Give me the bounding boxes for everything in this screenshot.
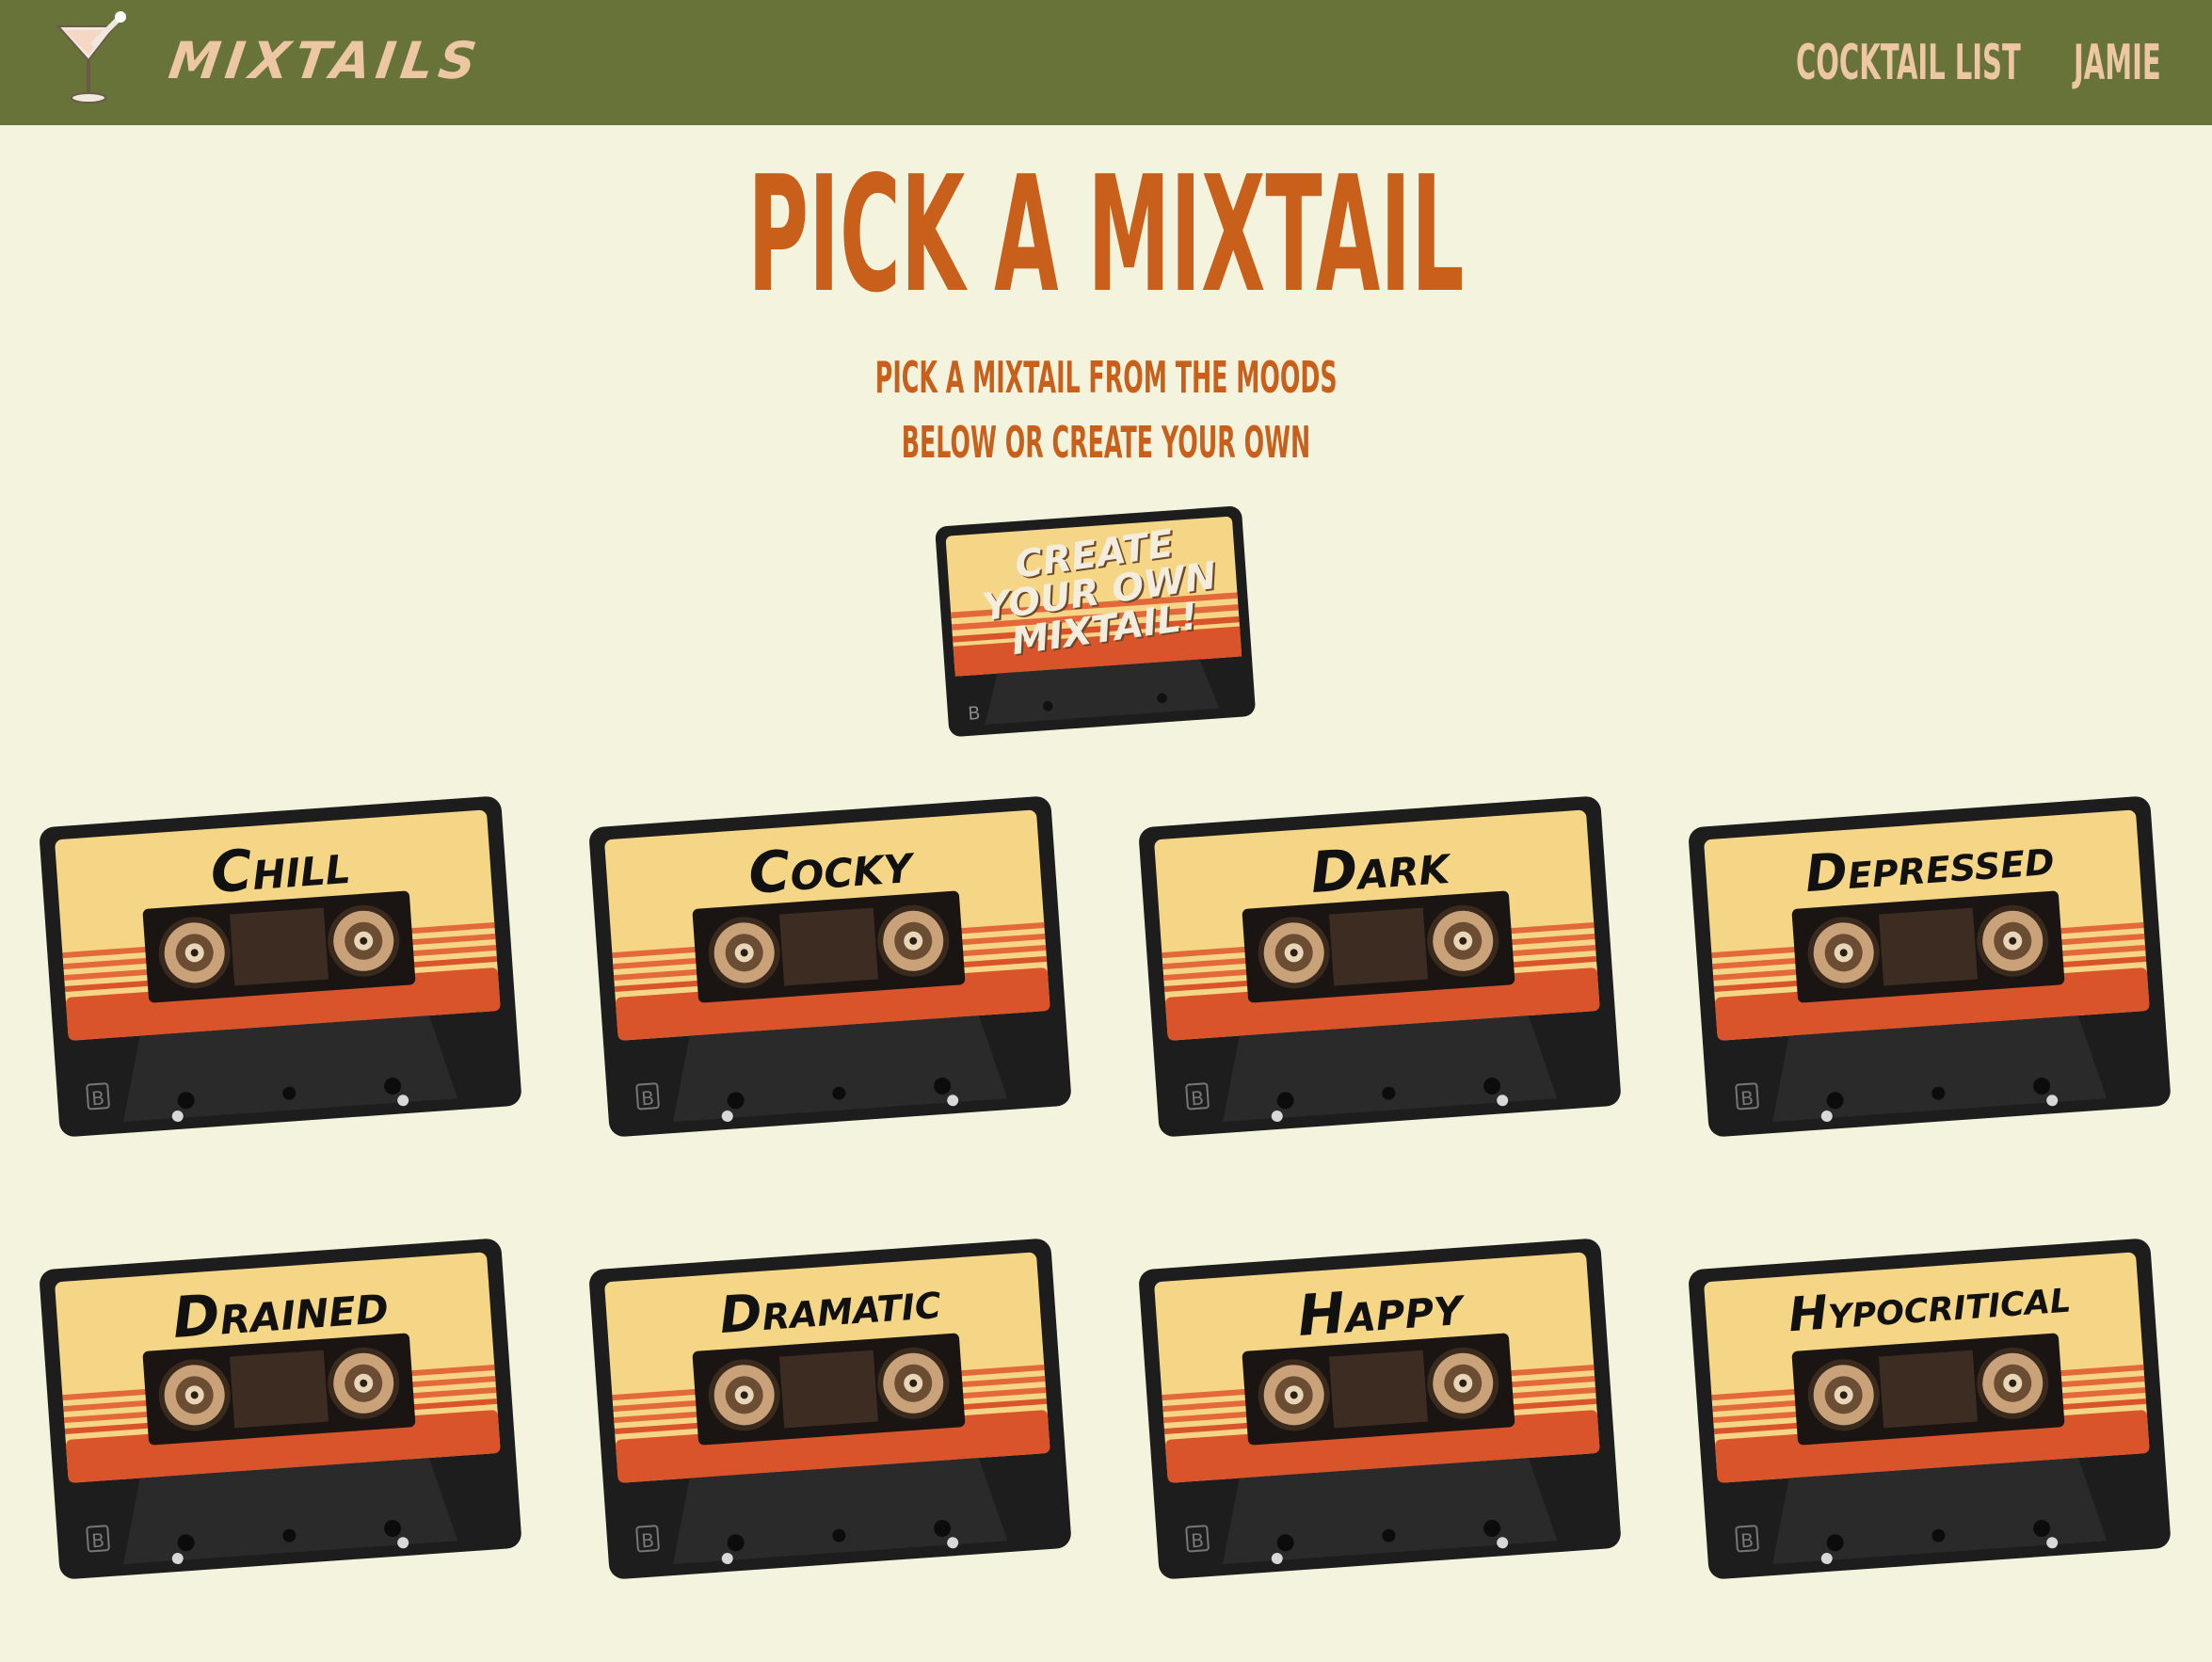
svg-text:B: B — [1190, 1086, 1204, 1110]
mood-tape-hypocritical[interactable]: B Hypocritical — [1689, 1239, 2171, 1579]
svg-text:B: B — [90, 1086, 104, 1110]
page-subtitle-line-2: BELOW OR CREATE YOUR OWN — [901, 417, 1311, 468]
page-title: PICK A MIXTAIL — [747, 142, 1465, 328]
mood-tape-drained[interactable]: B Drained — [40, 1239, 521, 1579]
nav-link-cocktail-list[interactable]: COCKTAIL LIST — [1796, 30, 2021, 96]
svg-text:B: B — [1190, 1528, 1204, 1552]
mood-tape-dramatic[interactable]: B Dramatic — [589, 1239, 1071, 1579]
navbar: MIXTAILS COCKTAIL LIST JAMIE — [0, 0, 2212, 125]
mood-tape-depressed[interactable]: B Depressed — [1689, 796, 2171, 1137]
svg-text:B: B — [1739, 1528, 1754, 1552]
svg-text:B: B — [90, 1528, 104, 1552]
mood-tape-chill[interactable]: B Chill — [40, 796, 521, 1137]
mood-tape-dark[interactable]: B Dark — [1139, 796, 1621, 1137]
mood-tape-cocky[interactable]: B Cocky — [589, 796, 1071, 1137]
martini-glass-icon[interactable] — [55, 8, 130, 105]
mood-tape-happy[interactable]: B Happy — [1139, 1239, 1621, 1579]
create-own-mixtail-button[interactable]: B CREATE YOUR OWN MIXTAIL! — [934, 502, 1265, 743]
svg-text:B: B — [640, 1086, 654, 1110]
page-subtitle-line-1: PICK A MIXTAIL FROM THE MOODS — [874, 352, 1338, 403]
brand-logo[interactable]: MIXTAILS — [165, 28, 486, 94]
nav-link-user-profile[interactable]: JAMIE — [2074, 30, 2161, 96]
svg-text:B: B — [640, 1528, 654, 1552]
svg-text:B: B — [1739, 1086, 1754, 1110]
svg-text:B: B — [968, 702, 982, 725]
